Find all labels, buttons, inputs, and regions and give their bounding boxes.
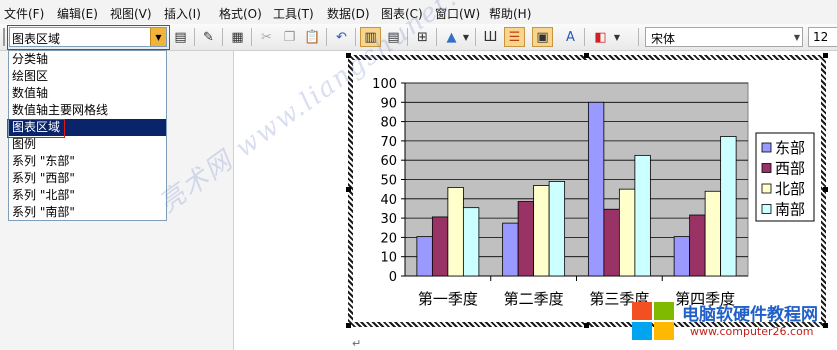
bar [634,154,651,277]
x-tick-label: 第一季度 [418,290,478,308]
bar [517,201,535,277]
y-tick-label: 0 [389,270,397,285]
bar [502,222,519,277]
logo-url: www.computer26.com [690,325,814,338]
y-tick-label: 60 [380,154,397,169]
y-tick-label: 90 [380,96,397,111]
y-tick-label: 50 [380,174,397,189]
legend-label: 西部 [775,160,805,178]
bar [704,190,722,277]
legend-swatch [761,183,772,194]
legend-swatch [761,142,772,153]
y-tick-label: 20 [380,231,397,246]
y-tick-label: 30 [380,212,397,227]
x-tick-label: 第二季度 [504,290,564,308]
bar [533,185,550,277]
paragraph-mark: ↵ [352,337,362,350]
bar [548,181,566,277]
y-tick-label: 70 [380,135,397,150]
bar [673,236,691,277]
legend-label: 东部 [775,139,805,157]
legend-label: 南部 [775,201,805,219]
bar [603,208,620,277]
bar [720,136,737,277]
bar [689,214,706,277]
legend-label: 北部 [775,180,805,198]
bar [587,101,605,277]
windows-logo-icon [632,302,676,342]
bar [431,216,449,277]
bar [618,188,636,277]
legend-swatch [761,163,772,173]
y-tick-label: 80 [380,116,397,131]
y-tick-label: 40 [380,193,397,208]
legend-swatch [761,204,772,214]
logo-title: 电脑软硬件教程网 [682,305,818,325]
y-tick-label: 10 [380,251,397,266]
bar [447,187,464,277]
site-logo: 电脑软硬件教程网 www.computer26.com [632,298,837,350]
bar [462,207,480,277]
y-tick-label: 100 [372,77,397,92]
bar [416,236,433,277]
